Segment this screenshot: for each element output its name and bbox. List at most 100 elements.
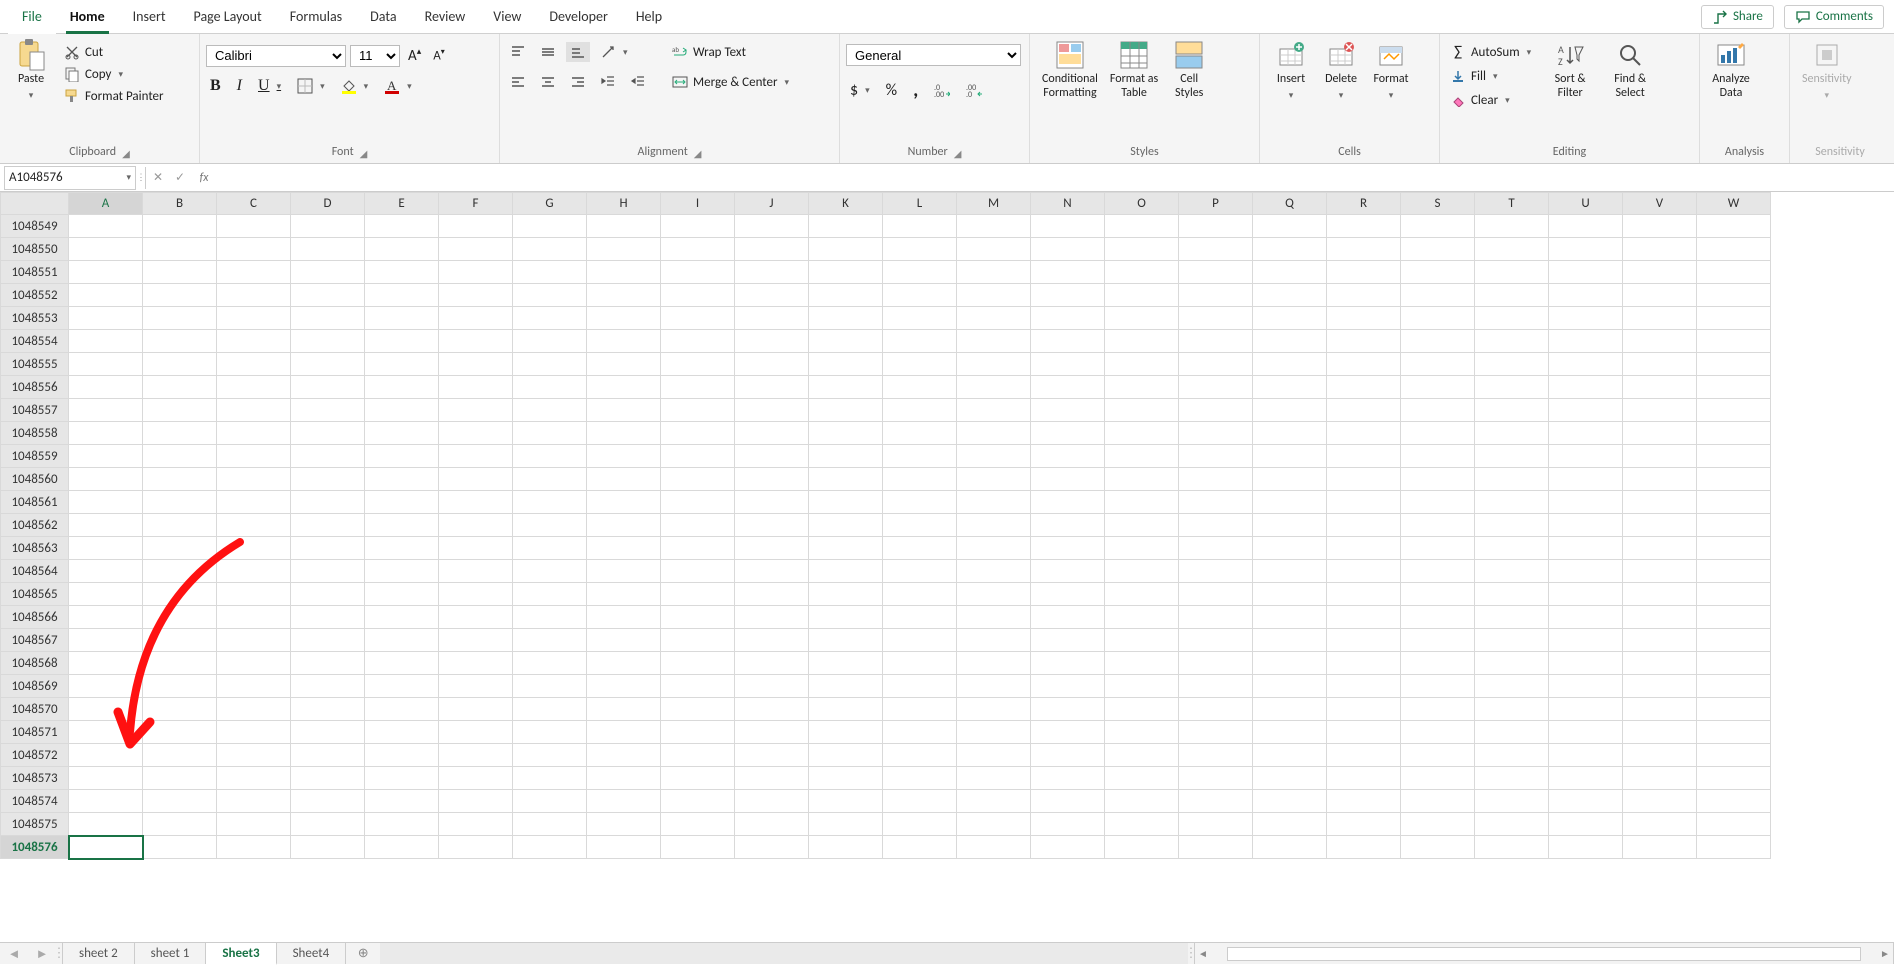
cell[interactable] [1475, 215, 1549, 238]
cell[interactable] [1105, 238, 1179, 261]
cell[interactable] [809, 721, 883, 744]
cell[interactable] [661, 422, 735, 445]
cell[interactable] [1623, 560, 1697, 583]
cell[interactable] [1697, 652, 1771, 675]
cell[interactable] [1179, 422, 1253, 445]
cell[interactable] [217, 813, 291, 836]
fill-button[interactable]: Fill ▾ [1446, 66, 1535, 86]
cell[interactable] [291, 376, 365, 399]
cell[interactable] [1253, 399, 1327, 422]
row-header[interactable]: 1048573 [1, 767, 69, 790]
cell[interactable] [439, 675, 513, 698]
cell[interactable] [1105, 698, 1179, 721]
cell[interactable] [365, 238, 439, 261]
cell[interactable] [735, 422, 809, 445]
cell[interactable] [439, 652, 513, 675]
cell[interactable] [1105, 583, 1179, 606]
cell[interactable] [735, 721, 809, 744]
cell[interactable] [735, 790, 809, 813]
cell[interactable] [143, 376, 217, 399]
cell[interactable] [587, 606, 661, 629]
cell[interactable] [1327, 399, 1401, 422]
cell[interactable] [143, 744, 217, 767]
cell[interactable] [809, 215, 883, 238]
cell[interactable] [957, 836, 1031, 859]
accounting-format-button[interactable]: $▾ [846, 79, 874, 102]
cell[interactable] [957, 284, 1031, 307]
cell[interactable] [1549, 261, 1623, 284]
tab-view[interactable]: View [479, 0, 535, 34]
row-header[interactable]: 1048554 [1, 330, 69, 353]
cell[interactable] [1623, 353, 1697, 376]
cell[interactable] [587, 813, 661, 836]
row-header[interactable]: 1048560 [1, 468, 69, 491]
cell[interactable] [661, 261, 735, 284]
cell[interactable] [1179, 514, 1253, 537]
row-header[interactable]: 1048563 [1, 537, 69, 560]
cell[interactable] [217, 675, 291, 698]
cell[interactable] [1031, 261, 1105, 284]
cell[interactable] [1253, 652, 1327, 675]
cell[interactable] [69, 445, 143, 468]
cell[interactable] [735, 514, 809, 537]
cell[interactable] [1697, 422, 1771, 445]
cell[interactable] [69, 261, 143, 284]
cell[interactable] [1253, 560, 1327, 583]
cell[interactable] [1549, 445, 1623, 468]
sheet-tab[interactable]: sheet 1 [135, 943, 207, 964]
cell[interactable] [661, 836, 735, 859]
cell[interactable] [1031, 238, 1105, 261]
autosum-button[interactable]: ∑ AutoSum ▾ [1446, 42, 1535, 62]
cell[interactable] [1623, 790, 1697, 813]
cell[interactable] [1697, 606, 1771, 629]
cell[interactable] [1105, 652, 1179, 675]
cell[interactable] [883, 744, 957, 767]
cell[interactable] [1697, 744, 1771, 767]
cell[interactable] [1031, 353, 1105, 376]
dialog-launcher-icon[interactable]: ◢ [122, 147, 130, 160]
cell[interactable] [513, 422, 587, 445]
select-all-corner[interactable] [1, 193, 69, 215]
cell[interactable] [1401, 629, 1475, 652]
align-middle-button[interactable] [536, 42, 560, 62]
cell[interactable] [365, 399, 439, 422]
cell[interactable] [809, 813, 883, 836]
cell[interactable] [1105, 629, 1179, 652]
cell[interactable] [1327, 215, 1401, 238]
cell[interactable] [1549, 330, 1623, 353]
cell[interactable] [1623, 836, 1697, 859]
cell[interactable] [1031, 445, 1105, 468]
cell[interactable] [1327, 583, 1401, 606]
cell[interactable] [1549, 836, 1623, 859]
cell[interactable] [143, 790, 217, 813]
cell[interactable] [143, 307, 217, 330]
cell[interactable] [365, 468, 439, 491]
cell[interactable] [1623, 767, 1697, 790]
cell[interactable] [365, 330, 439, 353]
cell[interactable] [1327, 813, 1401, 836]
column-header[interactable]: L [883, 193, 957, 215]
cell[interactable] [883, 652, 957, 675]
cell[interactable] [1697, 675, 1771, 698]
column-header[interactable]: V [1623, 193, 1697, 215]
increase-indent-button[interactable] [626, 72, 650, 92]
cell[interactable] [439, 215, 513, 238]
column-header[interactable]: G [513, 193, 587, 215]
cell[interactable] [217, 721, 291, 744]
cell[interactable] [1327, 629, 1401, 652]
cell[interactable] [513, 744, 587, 767]
cell[interactable] [217, 330, 291, 353]
cell[interactable] [1401, 652, 1475, 675]
cell[interactable] [439, 514, 513, 537]
cell[interactable] [661, 698, 735, 721]
cell[interactable] [1697, 284, 1771, 307]
cell[interactable] [143, 813, 217, 836]
row-header[interactable]: 1048568 [1, 652, 69, 675]
align-top-button[interactable] [506, 42, 530, 62]
cell[interactable] [883, 422, 957, 445]
cell[interactable] [365, 813, 439, 836]
cell[interactable] [1327, 721, 1401, 744]
cell[interactable] [1105, 215, 1179, 238]
cell[interactable] [1031, 629, 1105, 652]
cell[interactable] [291, 307, 365, 330]
